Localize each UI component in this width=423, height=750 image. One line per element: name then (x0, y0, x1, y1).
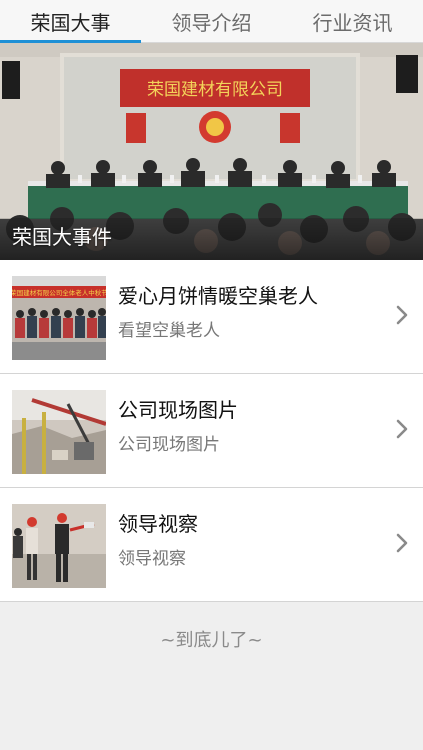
chevron-right-icon (396, 419, 408, 439)
list-item[interactable]: 领导视察 领导视察 (0, 488, 423, 602)
list-item-thumbnail (12, 504, 106, 588)
list-item-thumbnail (12, 390, 106, 474)
list-item[interactable]: 公司现场图片 公司现场图片 (0, 374, 423, 488)
hero-banner-text: 荣国建材有限公司 (147, 80, 283, 100)
list-item-thumbnail: 荣国建材有限公司全体老人中秋节 (12, 276, 106, 360)
list-item-subtitle: 公司现场图片 (118, 435, 220, 455)
list-item-title: 公司现场图片 (118, 398, 238, 422)
hero-caption-bar: 荣国大事件 (0, 218, 423, 260)
tab-leader-intro[interactable]: 领导介绍 (141, 0, 282, 42)
list-item-subtitle: 看望空巢老人 (118, 321, 220, 341)
list-item-title: 爱心月饼情暖空巢老人 (118, 284, 318, 308)
list-item-subtitle: 领导视察 (118, 549, 186, 569)
tab-industry-news[interactable]: 行业资讯 (282, 0, 423, 42)
list-item-title: 领导视察 (118, 512, 198, 536)
tab-rongguo-events[interactable]: 荣国大事 (0, 0, 141, 43)
end-of-list-text: ~到底儿了~ (160, 630, 263, 651)
list-item[interactable]: 荣国建材有限公司全体老人中秋节 爱心月饼情暖空巢老人 看望空巢老人 (0, 260, 423, 374)
thumb-banner-text: 荣国建材有限公司全体老人中秋节 (12, 288, 106, 297)
hero-banner[interactable]: 荣国建材有限公司 荣国大事件 (0, 43, 423, 260)
top-tab-bar: 荣国大事 领导介绍 行业资讯 (0, 0, 423, 43)
chevron-right-icon (396, 305, 408, 325)
news-list: 荣国建材有限公司全体老人中秋节 爱心月饼情暖空巢老人 看望空巢老人 公司现场图片… (0, 260, 423, 602)
tab-label: 行业资讯 (312, 10, 393, 35)
chevron-right-icon (396, 533, 408, 553)
tab-label: 领导介绍 (171, 10, 252, 35)
hero-caption: 荣国大事件 (12, 225, 112, 249)
tab-label: 荣国大事 (30, 10, 111, 35)
